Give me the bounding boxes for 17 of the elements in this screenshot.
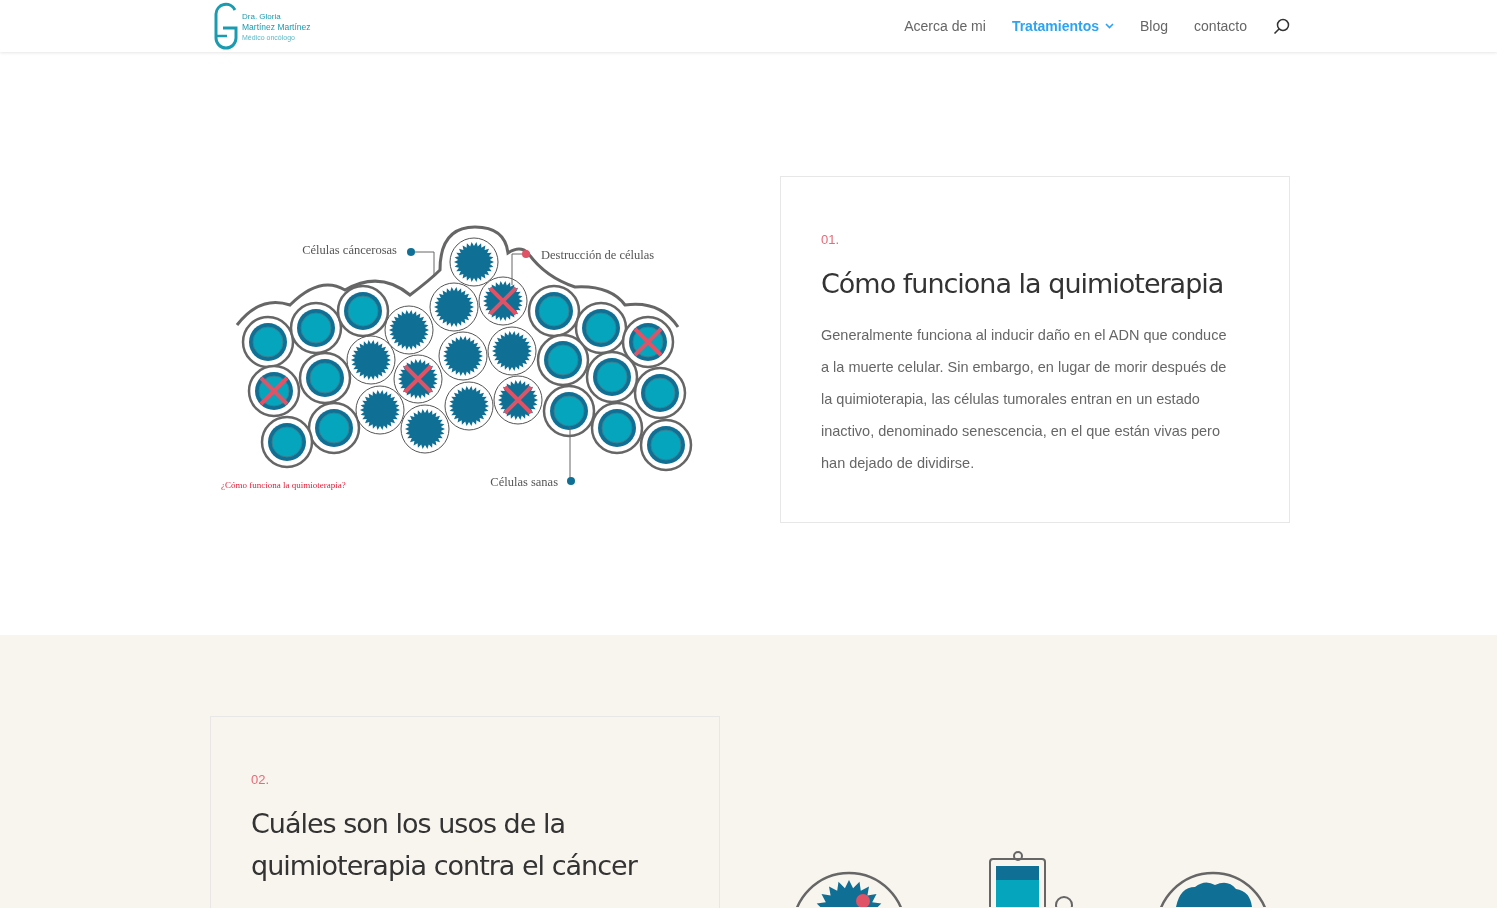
- nav-link[interactable]: Acerca de mi: [904, 18, 986, 34]
- diagram-label: Células cáncerosas: [302, 243, 397, 257]
- diagram-label: Células sanas: [490, 475, 558, 489]
- card-title: Cuáles son los usos de la quimioterapia contra el cáncer: [251, 807, 639, 883]
- section-number: 02.: [251, 772, 271, 787]
- search-icon[interactable]: [1273, 17, 1290, 35]
- logo-text: Martínez Martínez: [242, 21, 311, 33]
- logo-text: Dra. Gloria: [242, 10, 282, 22]
- card-text: Generalmente funciona al inducir daño en el ADN que conduce a la muerte celular. Sin embargo, en lugar de morir después de la quimioterapia, las células tumorales entran en un estado inactivo, denominado senescencia, en el que están vivas pero han dejado de dividirse.: [821, 326, 1228, 473]
- section-number: 01.: [821, 232, 841, 247]
- logo-icon: [213, 2, 239, 50]
- clipboard-icon: [988, 851, 1074, 907]
- nav-link[interactable]: Blog: [1140, 18, 1169, 34]
- card-title: Cómo funciona la quimioterapia: [821, 267, 1225, 301]
- nav-link[interactable]: contacto: [1194, 18, 1247, 34]
- diagram-caption: ¿Cómo funciona la quimioterapia?: [221, 480, 346, 490]
- diagram-label: Destrucción de células: [541, 248, 655, 262]
